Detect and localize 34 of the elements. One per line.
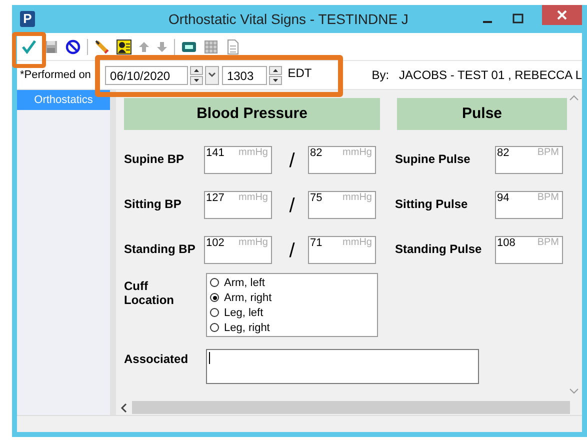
field-label: Associated bbox=[124, 352, 188, 366]
diastolic-field[interactable]: 82 mmHg bbox=[308, 146, 376, 174]
section-header: Pulse bbox=[397, 98, 567, 130]
performer-name: JACOBS - TEST 01 , REBECCA L bbox=[399, 68, 582, 82]
systolic-field[interactable]: 141 mmHg bbox=[204, 146, 272, 174]
time-field[interactable]: 1303 bbox=[222, 66, 267, 84]
diastolic-field[interactable]: 75 mmHg bbox=[308, 190, 376, 218]
app-logo-icon: P bbox=[20, 11, 35, 27]
section-header: Blood Pressure bbox=[124, 98, 380, 130]
diastolic-field[interactable]: 71 mmHg bbox=[308, 236, 376, 264]
field-label: Standing BP bbox=[124, 242, 196, 256]
radio-option[interactable]: Arm, right bbox=[210, 290, 374, 305]
field-label: Supine Pulse bbox=[395, 152, 472, 166]
window-title: Orthostatic Vital Signs - TESTINDNE J bbox=[168, 11, 410, 27]
time-zone: EDT bbox=[288, 66, 312, 80]
systolic-field[interactable]: 102 mmHg bbox=[204, 236, 272, 264]
systolic-field[interactable]: 127 mmHg bbox=[204, 190, 272, 218]
pulse-field[interactable]: 94 BPM bbox=[495, 190, 563, 218]
field-label: Sitting BP bbox=[124, 196, 182, 210]
field-label: Supine BP bbox=[124, 152, 186, 166]
field-label: Standing Pulse bbox=[395, 242, 483, 256]
field-label: Sitting Pulse bbox=[395, 196, 469, 210]
slash-separator: / bbox=[288, 150, 296, 173]
pulse-field[interactable]: 108 BPM bbox=[495, 236, 563, 264]
slash-separator: / bbox=[288, 195, 296, 218]
radio-option[interactable]: Arm, left bbox=[210, 275, 374, 290]
slash-separator: / bbox=[288, 240, 296, 263]
field-label: Cuff Location bbox=[124, 279, 175, 309]
by-label: By: bbox=[372, 68, 390, 82]
radio-option[interactable]: Leg, left bbox=[210, 305, 374, 320]
radio-option[interactable]: Leg, right bbox=[210, 320, 374, 335]
pulse-field[interactable]: 82 BPM bbox=[495, 146, 563, 174]
performed-on-label: *Performed on bbox=[19, 69, 92, 81]
date-field[interactable]: 06/10/2020 bbox=[105, 66, 188, 84]
